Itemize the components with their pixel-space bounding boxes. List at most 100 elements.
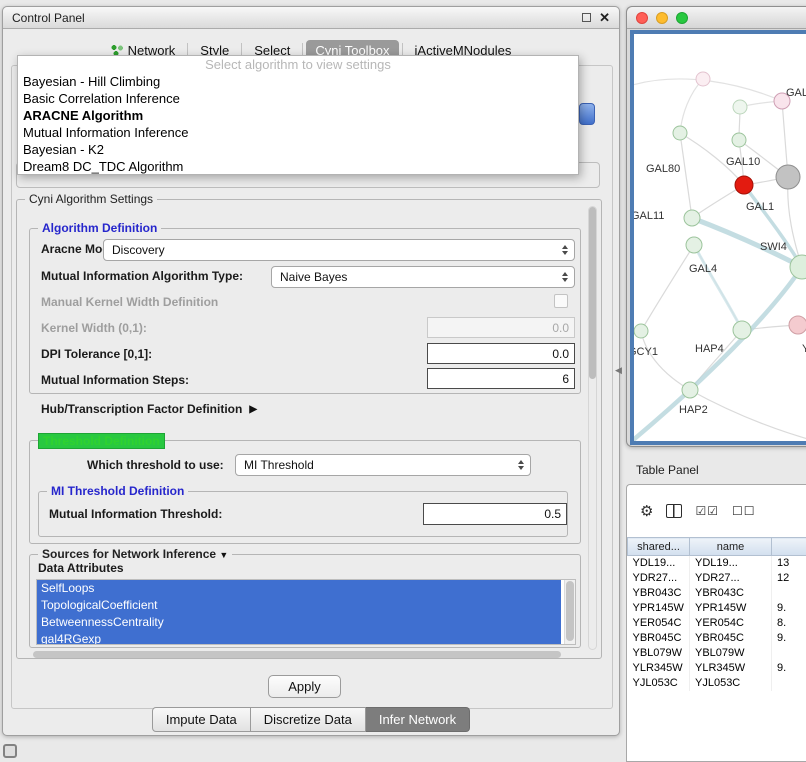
which-threshold-select[interactable]: MI Threshold (235, 454, 531, 476)
bottom-tabs: Impute DataDiscretize DataInfer Network (3, 707, 619, 732)
table-panel: Table Panel ⚙☑☑☐☐ shared...name YDL19...… (626, 458, 806, 762)
close-traffic-icon[interactable] (636, 12, 648, 24)
column-header-shared[interactable]: shared... (628, 538, 690, 556)
network-edge[interactable] (641, 245, 694, 331)
algorithm-definition-group: Algorithm Definition Aracne Mode: Discov… (29, 228, 581, 394)
float-window-icon[interactable] (582, 13, 591, 22)
network-node-red-hub[interactable] (735, 176, 753, 194)
sources-title-text: Sources for Network Inference (42, 547, 216, 561)
attributes-scrollbar-thumb[interactable] (566, 581, 574, 641)
network-node-gcy1[interactable] (634, 324, 648, 338)
table-cell (772, 646, 806, 661)
panel-collapse-arrow[interactable]: ◀ (615, 365, 622, 376)
manual-kernel-label: Manual Kernel Width Definition (41, 295, 218, 309)
algorithm-option-aracne-algorithm[interactable]: ARACNE Algorithm (18, 107, 578, 124)
table-cell: YLR345W (628, 661, 690, 676)
mi-threshold-input[interactable] (423, 503, 567, 525)
network-canvas[interactable]: GALGAL80GAL10GAL1GAL11SWI4GAL4GCY1HAP4HA… (630, 30, 806, 445)
network-node-faint-1[interactable] (696, 72, 710, 86)
gear-icon[interactable]: ⚙ (640, 502, 653, 520)
hide-columns-icon[interactable]: ☐☐ (732, 504, 756, 518)
attributes-scrollbar[interactable] (564, 580, 575, 644)
table-row[interactable]: YDL19...YDL19...13 (628, 556, 806, 571)
table-row[interactable]: YLR345WYLR345W9. (628, 661, 806, 676)
network-node-hap2[interactable] (682, 382, 698, 398)
algorithm-option-mutual-information-inference[interactable]: Mutual Information Inference (18, 124, 578, 141)
table-cell: YBL079W (690, 646, 772, 661)
attribute-item-selfloops[interactable]: SelfLoops (37, 580, 561, 597)
algorithm-option-bayesian-hill-climbing[interactable]: Bayesian - Hill Climbing (18, 73, 578, 90)
columns-icon[interactable] (666, 504, 682, 518)
network-edge[interactable] (634, 267, 802, 444)
scrollbar-thumb[interactable] (589, 207, 596, 379)
dropdown-placeholder: Select algorithm to view settings (18, 56, 578, 73)
table-row[interactable]: YBL079WYBL079W (628, 646, 806, 661)
apply-button[interactable]: Apply (268, 675, 341, 698)
mi-steps-label: Mutual Information Steps: (41, 373, 189, 387)
zoom-traffic-icon[interactable] (676, 12, 688, 24)
table-cell: 12 (772, 571, 806, 586)
show-columns-icon[interactable]: ☑☑ (695, 504, 719, 518)
table-cell: 8. (772, 616, 806, 631)
mi-algorithm-type-select[interactable]: Naive Bayes (271, 266, 575, 288)
table-cell: YDR27... (628, 571, 690, 586)
settings-scrollbar[interactable] (588, 206, 597, 650)
hub-definition-expander[interactable]: Hub/Transcription Factor Definition ▶ (41, 402, 257, 416)
bottom-tab-impute-data[interactable]: Impute Data (152, 707, 251, 732)
algorithm-option-basic-correlation-inference[interactable]: Basic Correlation Inference (18, 90, 578, 107)
data-attributes-label: Data Attributes (38, 561, 124, 575)
algorithm-option-dream8-dc-tdc-algorithm[interactable]: Dream8 DC_TDC Algorithm (18, 158, 578, 175)
mi-steps-input[interactable] (427, 368, 575, 389)
table-cell (772, 676, 806, 691)
network-edge[interactable] (680, 133, 692, 218)
bottom-tab-infer-network[interactable]: Infer Network (366, 707, 470, 732)
mi-threshold-group: MI Threshold Definition Mutual Informati… (38, 491, 568, 537)
network-node-gal4[interactable] (686, 237, 702, 253)
threshold-definition-group: Threshold Definition Which threshold to … (29, 440, 581, 544)
network-node-pink-right[interactable] (789, 316, 806, 334)
column-header-blank[interactable] (772, 538, 806, 556)
algorithm-option-bayesian-k2[interactable]: Bayesian - K2 (18, 141, 578, 158)
table-row[interactable]: YBR045CYBR045C9. (628, 631, 806, 646)
attribute-item-betweennesscentrality[interactable]: BetweennessCentrality (37, 614, 561, 631)
network-edge[interactable] (680, 79, 703, 133)
table-cell: YJL053C (690, 676, 772, 691)
table-cell: YBR045C (690, 631, 772, 646)
table-row[interactable]: YBR043CYBR043C (628, 586, 806, 601)
which-threshold-label: Which threshold to use: (87, 458, 224, 472)
minimized-panel-icon[interactable] (3, 744, 17, 758)
collapse-arrow-icon: ▼ (219, 550, 228, 560)
network-node-hap4[interactable] (733, 321, 751, 339)
settings-group-title: Cyni Algorithm Settings (25, 192, 157, 206)
network-edge[interactable] (690, 390, 806, 444)
network-node-faint-2[interactable] (733, 100, 747, 114)
attribute-item-gal4rgexp[interactable]: gal4RGexp (37, 631, 561, 645)
network-edge[interactable] (641, 331, 690, 390)
close-icon[interactable]: ✕ (599, 13, 610, 23)
minimize-traffic-icon[interactable] (656, 12, 668, 24)
table-row[interactable]: YJL053CYJL053C (628, 676, 806, 691)
table-row[interactable]: YER054CYER054C8. (628, 616, 806, 631)
table-cell: YPR145W (690, 601, 772, 616)
table-row[interactable]: YDR27...YDR27...12 (628, 571, 806, 586)
control-panel-titlebar: Control Panel ✕ (3, 7, 619, 29)
network-node-gal10[interactable] (732, 133, 746, 147)
mi-threshold-group-title: MI Threshold Definition (47, 484, 188, 498)
column-header-name[interactable]: name (690, 538, 772, 556)
table-row[interactable]: YPR145WYPR145W9. (628, 601, 806, 616)
aracne-mode-select[interactable]: Discovery (103, 239, 575, 261)
dpi-tolerance-input[interactable] (427, 343, 575, 364)
network-node-swi4[interactable] (790, 255, 806, 279)
window-title: Control Panel (12, 11, 85, 25)
sources-group-title[interactable]: Sources for Network Inference ▼ (38, 547, 232, 561)
network-node-gal80[interactable] (673, 126, 687, 140)
network-node-gray-hub[interactable] (776, 165, 800, 189)
table-cell: YBR043C (690, 586, 772, 601)
attribute-item-topologicalcoefficient[interactable]: TopologicalCoefficient (37, 597, 561, 614)
horizontal-scrollbar[interactable] (33, 651, 561, 658)
network-edge[interactable] (694, 245, 742, 330)
which-threshold-value: MI Threshold (244, 458, 314, 472)
bottom-tab-discretize-data[interactable]: Discretize Data (251, 707, 366, 732)
network-node-gal11[interactable] (684, 210, 700, 226)
algorithm-dropdown-popup: Select algorithm to view settings Bayesi… (17, 55, 579, 175)
